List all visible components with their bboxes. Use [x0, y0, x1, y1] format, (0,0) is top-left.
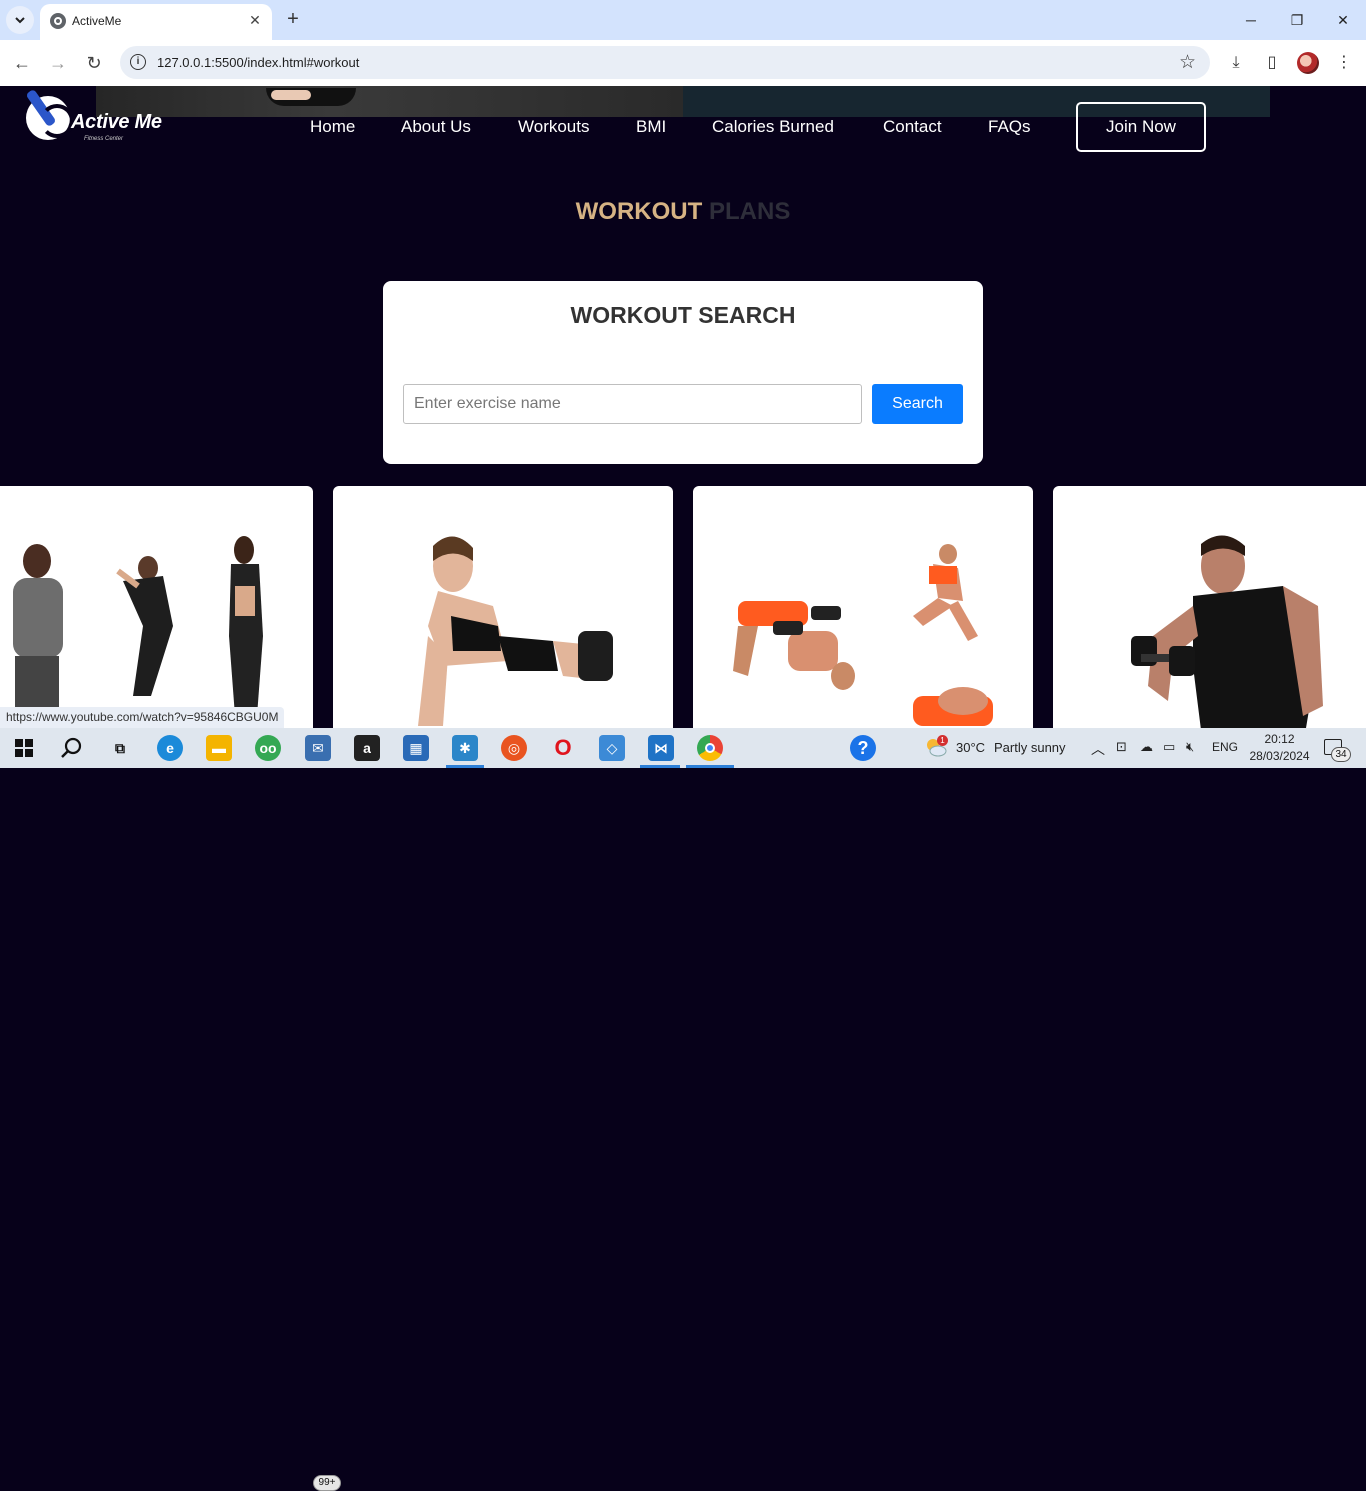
search-button[interactable]: Search [872, 384, 963, 424]
site-navbar: Active Me Fitness Center Home About Us W… [0, 86, 1366, 152]
menu-dots-icon[interactable]: ⋮ [1333, 52, 1355, 74]
volume-muted-icon[interactable]: 🔇︎ [1186, 739, 1194, 755]
windows-start-icon[interactable] [11, 735, 37, 761]
weather-description[interactable]: Partly sunny [994, 740, 1066, 755]
join-now-button[interactable]: Join Now [1076, 102, 1206, 152]
profile-avatar[interactable] [1297, 52, 1319, 74]
clock-time[interactable]: 20:12 [1252, 732, 1307, 746]
status-bar-url: https://www.youtube.com/watch?v=95846CBG… [0, 707, 285, 728]
workout-image [1131, 535, 1323, 728]
web-page: Active Me Fitness Center Home About Us W… [0, 86, 1366, 728]
file-explorer-icon[interactable]: ▬ [206, 735, 232, 761]
weather-badge: 1 [937, 735, 948, 746]
chevron-up-icon[interactable]: ︿ [1091, 739, 1105, 759]
nav-about-us[interactable]: About Us [401, 117, 471, 137]
side-panel-icon[interactable]: ▯ [1261, 52, 1283, 74]
amazon-icon[interactable]: a [354, 735, 380, 761]
mail-icon[interactable]: ✉ [305, 735, 331, 761]
edge-icon[interactable]: e [157, 735, 183, 761]
nav-bmi[interactable]: BMI [636, 117, 666, 137]
workout-image [733, 544, 993, 726]
clock-date[interactable]: 28/03/2024 [1247, 749, 1312, 763]
meet-now-icon[interactable]: ⊡ [1116, 739, 1127, 755]
windows-taskbar: ⧉ e ▬ oo ✉ 99+ a ▦ ✱ ◎ O ◇ ⋈ ? 1 30°C Pa… [0, 728, 1366, 1491]
browser-tab[interactable]: ActiveMe ✕ [40, 4, 272, 40]
ubuntu-icon[interactable]: ◎ [501, 735, 527, 761]
nav-workouts[interactable]: Workouts [518, 117, 590, 137]
logo-subtitle: Fitness Center [84, 136, 124, 142]
site-logo[interactable]: Active Me Fitness Center [22, 86, 182, 146]
weather-temperature[interactable]: 30°C [956, 740, 985, 755]
workout-card[interactable] [0, 486, 313, 728]
tab-title: ActiveMe [72, 14, 122, 28]
tab-list-button[interactable] [6, 6, 34, 34]
nav-faqs[interactable]: FAQs [988, 117, 1031, 137]
nav-contact[interactable]: Contact [883, 117, 942, 137]
browser-tab-bar: ActiveMe ✕ + ─ ❐ ✕ [0, 0, 1366, 40]
logo-emblem-icon [26, 96, 74, 140]
workout-card[interactable] [1053, 486, 1366, 728]
nav-calories-burned[interactable]: Calories Burned [712, 117, 834, 137]
battery-icon[interactable]: ▭ [1163, 739, 1175, 755]
chrome-icon[interactable] [697, 735, 723, 761]
minimize-icon[interactable]: ─ [1239, 8, 1263, 32]
workout-search-card: WORKOUT SEARCH Search [383, 281, 983, 464]
section-title-primary: WORKOUT [575, 198, 703, 225]
section-title: WORKOUT PLANS [0, 198, 1366, 226]
search-heading: WORKOUT SEARCH [570, 302, 796, 328]
remote-desktop-icon[interactable]: ◇ [599, 735, 625, 761]
vscode-icon[interactable]: ⋈ [648, 735, 674, 761]
site-info-icon[interactable]: i [130, 54, 146, 70]
store-icon[interactable]: ▦ [403, 735, 429, 761]
language-indicator[interactable]: ENG [1212, 740, 1238, 754]
mail-badge: 99+ [313, 1475, 341, 1491]
notification-count: 34 [1331, 747, 1351, 762]
workout-card[interactable] [693, 486, 1033, 728]
search-icon[interactable] [59, 735, 85, 761]
url-text[interactable]: 127.0.0.1:5500/index.html#workout [157, 55, 359, 70]
forward-arrow-icon[interactable]: → [47, 52, 69, 74]
workout-image [13, 536, 263, 716]
nav-home[interactable]: Home [310, 117, 355, 137]
download-icon[interactable]: ⤓ [1225, 52, 1247, 74]
section-title-secondary: PLANS [708, 198, 791, 225]
exercise-search-input[interactable] [403, 384, 862, 424]
workout-card[interactable] [333, 486, 673, 728]
globe-icon [50, 13, 66, 29]
slack-icon[interactable]: ✱ [452, 735, 478, 761]
network-icon[interactable]: ☁ [1140, 739, 1153, 755]
chevron-down-icon [15, 17, 25, 24]
workout-image [418, 536, 613, 726]
task-view-icon[interactable]: ⧉ [107, 735, 133, 761]
opera-icon[interactable]: O [550, 735, 576, 761]
close-tab-icon[interactable]: ✕ [246, 11, 264, 29]
close-window-icon[interactable]: ✕ [1331, 8, 1355, 32]
reload-icon[interactable]: ↻ [83, 52, 105, 74]
help-icon[interactable]: ? [850, 735, 876, 761]
browser-toolbar: ← → ↻ i 127.0.0.1:5500/index.html#workou… [0, 40, 1366, 86]
restore-icon[interactable]: ❐ [1285, 8, 1309, 32]
tripadvisor-icon[interactable]: oo [255, 735, 281, 761]
address-bar[interactable]: i 127.0.0.1:5500/index.html#workout ☆ [120, 46, 1210, 79]
back-arrow-icon[interactable]: ← [11, 52, 33, 74]
new-tab-button[interactable]: + [282, 8, 304, 30]
bookmark-star-icon[interactable]: ☆ [1179, 51, 1196, 74]
logo-text: Active Me [71, 111, 162, 133]
